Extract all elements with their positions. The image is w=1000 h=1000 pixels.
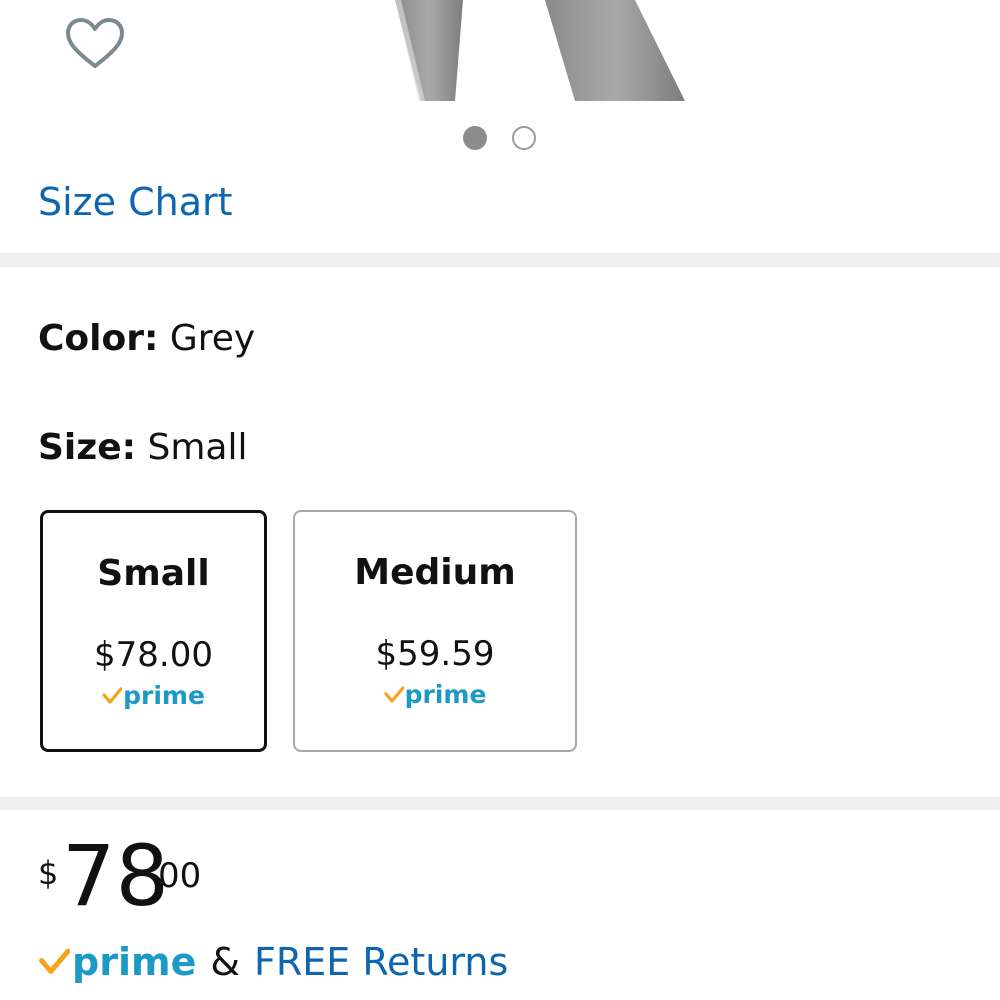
- prime-badge: prime: [102, 681, 205, 710]
- product-photo: [395, 0, 685, 101]
- price-whole: 78: [62, 827, 169, 925]
- price-fraction: 00: [158, 856, 202, 896]
- prime-badge: prime: [383, 680, 487, 709]
- prime-logo-text: prime: [72, 940, 197, 984]
- ampersand: &: [210, 940, 240, 984]
- color-variation-label: Color: Grey: [38, 318, 255, 359]
- pagination-dot-2[interactable]: [512, 126, 536, 150]
- prime-check-icon: [383, 685, 404, 703]
- color-key: Color:: [38, 318, 159, 359]
- size-chart-link[interactable]: Size Chart: [38, 180, 233, 224]
- size-option-price: $59.59: [375, 634, 495, 674]
- size-option-medium[interactable]: Medium $59.59 prime: [293, 510, 577, 752]
- image-pagination-dots: [463, 126, 536, 150]
- prime-check-icon: [39, 948, 70, 974]
- prime-badge: prime: [38, 940, 196, 984]
- size-option-small[interactable]: Small $78.00 prime: [40, 510, 267, 752]
- size-option-price: $78.00: [94, 635, 213, 675]
- size-option-name: Medium: [354, 552, 516, 593]
- size-value: Small: [147, 427, 248, 468]
- prime-logo-text: prime: [404, 680, 487, 709]
- prime-badge-container: prime: [295, 680, 575, 709]
- prime-badge-container: prime: [43, 681, 264, 710]
- shipping-line: prime & FREE Returns: [38, 940, 508, 984]
- size-variation-label: Size: Small: [38, 427, 247, 468]
- price-currency-symbol: $: [38, 854, 59, 892]
- section-divider: [0, 797, 1000, 810]
- prime-check-icon: [102, 686, 123, 704]
- size-key: Size:: [38, 427, 137, 468]
- pagination-dot-1[interactable]: [463, 126, 487, 150]
- product-image-gallery[interactable]: [0, 0, 1000, 112]
- color-value: Grey: [169, 318, 256, 359]
- size-option-name: Small: [97, 553, 210, 594]
- section-divider: [0, 253, 1000, 267]
- prime-logo-text: prime: [123, 681, 205, 710]
- free-returns-link[interactable]: FREE Returns: [254, 940, 508, 984]
- heart-outline-icon[interactable]: [64, 16, 126, 72]
- product-page: Size Chart Color: Grey Size: Small Small…: [0, 0, 1000, 1000]
